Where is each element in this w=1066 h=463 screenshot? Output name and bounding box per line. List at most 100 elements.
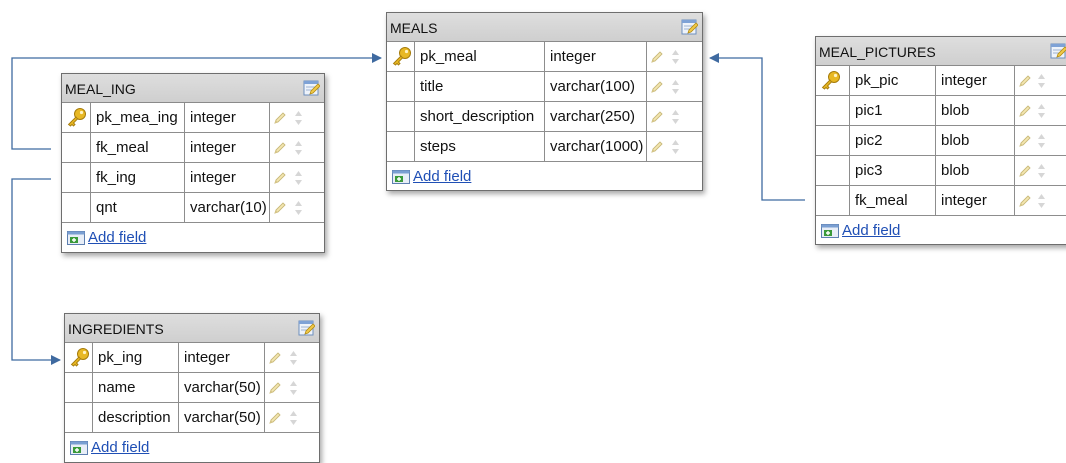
add-field-link[interactable]: Add field bbox=[88, 229, 146, 246]
sort-arrows-icon[interactable] bbox=[1037, 73, 1046, 89]
table-meal-pictures[interactable]: MEAL_PICTURES pk_pic integer pic1 blob pic2 b… bbox=[815, 36, 1066, 245]
field-type[interactable]: blob bbox=[936, 126, 1015, 155]
pencil-icon[interactable] bbox=[1018, 194, 1032, 208]
field-name[interactable]: pk_ing bbox=[93, 343, 179, 372]
field-type[interactable]: integer bbox=[179, 343, 265, 372]
pencil-icon[interactable] bbox=[1018, 74, 1032, 88]
field-type[interactable]: varchar(100) bbox=[545, 72, 647, 101]
field-row[interactable]: fk_ing integer bbox=[62, 163, 324, 193]
field-type[interactable]: blob bbox=[936, 156, 1015, 185]
field-name[interactable]: description bbox=[93, 403, 179, 432]
edit-cell bbox=[270, 193, 290, 222]
table-meal-ing[interactable]: MEAL_ING pk_mea_ing integer fk_meal integer… bbox=[61, 73, 325, 253]
pencil-icon[interactable] bbox=[650, 80, 664, 94]
field-name[interactable]: name bbox=[93, 373, 179, 402]
edit-table-icon[interactable] bbox=[1050, 42, 1066, 59]
field-type[interactable]: varchar(10) bbox=[185, 193, 270, 222]
edit-cell bbox=[1015, 156, 1033, 185]
field-row[interactable]: pk_mea_ing integer bbox=[62, 103, 324, 133]
field-name[interactable]: pk_meal bbox=[415, 42, 545, 71]
field-name[interactable]: pk_pic bbox=[850, 66, 936, 95]
pencil-icon[interactable] bbox=[650, 50, 664, 64]
field-type[interactable]: varchar(250) bbox=[545, 102, 647, 131]
field-name[interactable]: steps bbox=[415, 132, 545, 161]
table-header[interactable]: MEAL_PICTURES bbox=[816, 37, 1066, 66]
field-row[interactable]: title varchar(100) bbox=[387, 72, 702, 102]
add-field-link[interactable]: Add field bbox=[413, 168, 471, 185]
pencil-icon[interactable] bbox=[1018, 104, 1032, 118]
field-type[interactable]: integer bbox=[936, 186, 1015, 215]
field-type[interactable]: varchar(50) bbox=[179, 403, 265, 432]
field-row[interactable]: fk_meal integer bbox=[62, 133, 324, 163]
field-type[interactable]: integer bbox=[936, 66, 1015, 95]
field-row[interactable]: fk_meal integer bbox=[816, 186, 1066, 216]
field-type[interactable]: integer bbox=[185, 163, 270, 192]
edit-table-icon[interactable] bbox=[681, 18, 698, 35]
field-type[interactable]: varchar(1000) bbox=[545, 132, 647, 161]
pencil-icon[interactable] bbox=[1018, 164, 1032, 178]
sort-arrows-icon[interactable] bbox=[289, 380, 298, 396]
pencil-icon[interactable] bbox=[268, 351, 282, 365]
pencil-icon[interactable] bbox=[268, 411, 282, 425]
field-name[interactable]: pk_mea_ing bbox=[91, 103, 185, 132]
pencil-icon[interactable] bbox=[650, 110, 664, 124]
sort-arrows-icon[interactable] bbox=[294, 110, 303, 126]
field-row[interactable]: steps varchar(1000) bbox=[387, 132, 702, 162]
sort-arrows-icon[interactable] bbox=[294, 140, 303, 156]
table-meals[interactable]: MEALS pk_meal integer title varchar(100) sho… bbox=[386, 12, 703, 191]
field-row[interactable]: pk_pic integer bbox=[816, 66, 1066, 96]
field-row[interactable]: pk_ing integer bbox=[65, 343, 319, 373]
table-header[interactable]: MEALS bbox=[387, 13, 702, 42]
pencil-icon[interactable] bbox=[1018, 134, 1032, 148]
field-name[interactable]: fk_meal bbox=[850, 186, 936, 215]
field-name[interactable]: pic3 bbox=[850, 156, 936, 185]
sort-arrows-icon[interactable] bbox=[294, 200, 303, 216]
field-row[interactable]: short_description varchar(250) bbox=[387, 102, 702, 132]
sort-arrows-icon[interactable] bbox=[671, 109, 680, 125]
edit-table-icon[interactable] bbox=[303, 79, 320, 96]
table-header[interactable]: MEAL_ING bbox=[62, 74, 324, 103]
field-row[interactable]: name varchar(50) bbox=[65, 373, 319, 403]
sort-arrows-icon[interactable] bbox=[671, 49, 680, 65]
field-row[interactable]: qnt varchar(10) bbox=[62, 193, 324, 223]
field-name[interactable]: fk_ing bbox=[91, 163, 185, 192]
field-name[interactable]: pic1 bbox=[850, 96, 936, 125]
field-row[interactable]: pic1 blob bbox=[816, 96, 1066, 126]
sort-arrows-icon[interactable] bbox=[1037, 133, 1046, 149]
sort-arrows-icon[interactable] bbox=[289, 350, 298, 366]
sort-arrows-icon[interactable] bbox=[289, 410, 298, 426]
field-row[interactable]: pic3 blob bbox=[816, 156, 1066, 186]
sort-arrows-icon[interactable] bbox=[1037, 103, 1046, 119]
field-type[interactable]: integer bbox=[185, 103, 270, 132]
edit-table-icon[interactable] bbox=[298, 319, 315, 336]
pencil-icon[interactable] bbox=[268, 381, 282, 395]
field-row[interactable]: pic2 blob bbox=[816, 126, 1066, 156]
pencil-icon[interactable] bbox=[273, 111, 287, 125]
pencil-icon[interactable] bbox=[273, 171, 287, 185]
field-type[interactable]: varchar(50) bbox=[179, 373, 265, 402]
field-name[interactable]: qnt bbox=[91, 193, 185, 222]
field-name[interactable]: short_description bbox=[415, 102, 545, 131]
field-name[interactable]: title bbox=[415, 72, 545, 101]
field-type[interactable]: blob bbox=[936, 96, 1015, 125]
field-type[interactable]: integer bbox=[185, 133, 270, 162]
field-type[interactable]: integer bbox=[545, 42, 647, 71]
field-row[interactable]: description varchar(50) bbox=[65, 403, 319, 433]
table-ingredients[interactable]: INGREDIENTS pk_ing integer name varchar(50)… bbox=[64, 313, 320, 463]
add-field-link[interactable]: Add field bbox=[91, 439, 149, 456]
add-field-link[interactable]: Add field bbox=[842, 222, 900, 239]
sort-arrows-icon[interactable] bbox=[1037, 163, 1046, 179]
sort-arrows-icon[interactable] bbox=[1037, 193, 1046, 209]
field-name[interactable]: pic2 bbox=[850, 126, 936, 155]
table-header[interactable]: INGREDIENTS bbox=[65, 314, 319, 343]
sort-arrows-icon[interactable] bbox=[671, 139, 680, 155]
key-cell bbox=[387, 72, 415, 101]
field-name[interactable]: fk_meal bbox=[91, 133, 185, 162]
sort-cell bbox=[1033, 66, 1066, 95]
sort-arrows-icon[interactable] bbox=[671, 79, 680, 95]
pencil-icon[interactable] bbox=[273, 201, 287, 215]
sort-arrows-icon[interactable] bbox=[294, 170, 303, 186]
pencil-icon[interactable] bbox=[650, 140, 664, 154]
field-row[interactable]: pk_meal integer bbox=[387, 42, 702, 72]
pencil-icon[interactable] bbox=[273, 141, 287, 155]
